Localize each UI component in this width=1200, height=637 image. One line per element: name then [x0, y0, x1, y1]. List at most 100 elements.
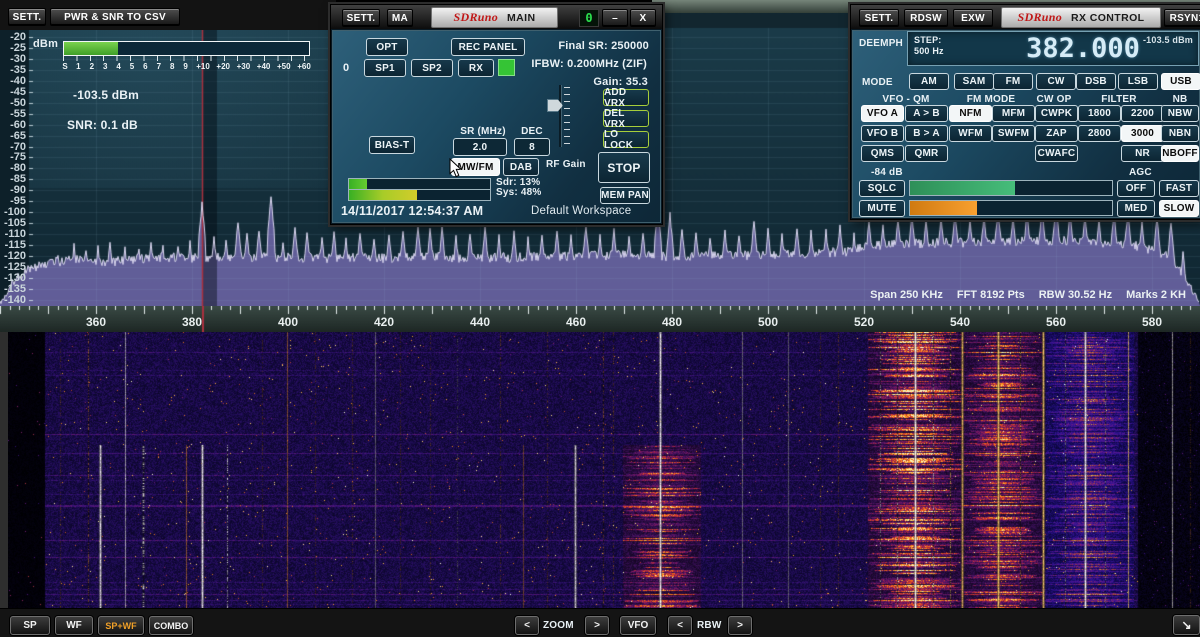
agc-fast-button[interactable]: FAST	[1159, 180, 1199, 197]
mode-button-am[interactable]: AM	[909, 73, 949, 90]
freq-label-540: 540	[950, 315, 970, 329]
mode-button-cw[interactable]: CW	[1036, 73, 1076, 90]
rbw-decrease-button[interactable]: <	[668, 616, 692, 635]
dec-field[interactable]: 8	[514, 138, 550, 156]
sp1-button[interactable]: SP1	[364, 59, 406, 77]
mode-button-lsb[interactable]: LSB	[1118, 73, 1158, 90]
ifbw-readout: IFBW: 0.200MHz (ZIF)	[531, 58, 647, 70]
mode-button-sam[interactable]: SAM	[954, 73, 994, 90]
rx-button[interactable]: RX	[458, 59, 494, 77]
squelch-slider[interactable]	[909, 180, 1113, 196]
qmr-button[interactable]: QMR	[905, 145, 948, 162]
frequency-display[interactable]: 382.000	[1013, 33, 1153, 64]
agc-med-button[interactable]: MED	[1117, 200, 1155, 217]
cwpk-button[interactable]: CWPK	[1035, 105, 1078, 122]
cwafc-button[interactable]: CWAFC	[1035, 145, 1078, 162]
dab-button[interactable]: DAB	[503, 158, 539, 176]
zoom-in-button[interactable]: >	[585, 616, 609, 635]
sr-mhz-field[interactable]: 2.0	[453, 138, 507, 156]
mute-button[interactable]: MUTE	[859, 200, 905, 217]
section-header-nb: NB	[1173, 94, 1188, 105]
qms-button[interactable]: QMS	[861, 145, 904, 162]
mode-button-usb[interactable]: USB	[1161, 73, 1200, 90]
mem-pan-button[interactable]: MEM PAN	[600, 187, 650, 204]
sdruno-logo: SDRuno	[1018, 10, 1063, 25]
nboff-button[interactable]: NBOFF	[1161, 145, 1199, 162]
3000-button[interactable]: 3000	[1121, 125, 1164, 142]
2200-button[interactable]: 2200	[1121, 105, 1164, 122]
b-a-button[interactable]: B > A	[905, 125, 948, 142]
span-info-part-3: Marks 2 KH	[1126, 289, 1186, 301]
vfo-b-button[interactable]: VFO B	[861, 125, 904, 142]
nfm-button[interactable]: NFM	[949, 105, 992, 122]
bottom-toolbar: SP WF SP+WF COMBO < ZOOM > VFO < RBW > ↘	[0, 608, 1200, 637]
snr-readout: SNR: 0.1 dB	[67, 118, 138, 132]
wf-view-button[interactable]: WF	[55, 616, 93, 635]
main-titlebar[interactable]: SETT. MA SDRuno MAIN 0 – X	[331, 5, 662, 30]
combo-view-button[interactable]: COMBO	[149, 616, 193, 635]
close-button[interactable]: X	[630, 9, 656, 27]
sqlc-button[interactable]: SQLC	[859, 180, 905, 197]
mode-label: MODE	[862, 77, 893, 88]
freq-label-480: 480	[662, 315, 682, 329]
pwr-snr-to-csv-button[interactable]: PWR & SNR TO CSV	[50, 8, 180, 26]
sp2-button[interactable]: SP2	[411, 59, 453, 77]
rx-titlebar[interactable]: SETT. RDSW EXW SDRuno RX CONTROL RSYN1	[851, 5, 1200, 30]
nr-button[interactable]: NR	[1121, 145, 1164, 162]
mode-button-fm[interactable]: FM	[993, 73, 1033, 90]
db-label-140: -140	[4, 294, 26, 306]
1800-button[interactable]: 1800	[1078, 105, 1121, 122]
sp-header-bar: SETT. PWR & SNR TO CSV	[0, 0, 336, 30]
waterfall-left-frame	[0, 332, 8, 608]
zoom-label: ZOOM	[543, 620, 574, 631]
opt-button[interactable]: OPT	[366, 38, 408, 56]
exw-button[interactable]: EXW	[953, 9, 993, 27]
freq-label-420: 420	[374, 315, 394, 329]
step-value[interactable]: 500 Hz	[914, 46, 944, 56]
rbw-increase-button[interactable]: >	[728, 616, 752, 635]
mouse-cursor	[449, 158, 463, 178]
minimize-button[interactable]: –	[602, 9, 628, 27]
wfm-button[interactable]: WFM	[949, 125, 992, 142]
main-settings-button[interactable]: SETT.	[342, 9, 380, 27]
freq-label-440: 440	[470, 315, 490, 329]
bias-t-button[interactable]: BIAS-T	[369, 136, 415, 154]
volume-slider[interactable]	[909, 200, 1113, 216]
waterfall-display[interactable]	[0, 332, 1200, 608]
s-meter-scale: S123456789+10+20+30+40+50+60	[63, 62, 315, 72]
vrx-count-display: 0	[579, 9, 599, 27]
frequency-scale[interactable]: 360380400420440460480500520540560580	[0, 306, 1200, 332]
corner-arrow-button[interactable]: ↘	[1173, 615, 1200, 635]
nbw-button[interactable]: NBW	[1161, 105, 1199, 122]
rbw-label: RBW	[697, 620, 721, 631]
zap-button[interactable]: ZAP	[1035, 125, 1078, 142]
2800-button[interactable]: 2800	[1078, 125, 1121, 142]
agc-slow-button[interactable]: SLOW	[1159, 200, 1199, 217]
sdruno-screen: SETT. PWR & SNR TO CSV dBm -103.5 dBm SN…	[0, 0, 1200, 637]
rsyn1-button[interactable]: RSYN1	[1164, 9, 1200, 27]
lo-lock-button[interactable]: LO LOCK	[603, 131, 649, 148]
sp-wf-view-button[interactable]: SP+WF	[98, 616, 144, 635]
rx-body: DEEMPH STEP: 500 Hz 382.000 -103.5 dBm M…	[851, 29, 1200, 219]
sp-view-button[interactable]: SP	[10, 616, 50, 635]
main-ma-button[interactable]: MA	[387, 9, 413, 27]
nbn-button[interactable]: NBN	[1161, 125, 1199, 142]
agc-off-button[interactable]: OFF	[1117, 180, 1155, 197]
rx-settings-button[interactable]: SETT.	[859, 9, 899, 27]
del-vrx-button[interactable]: DEL VRX	[603, 110, 649, 127]
rx-control-window: SETT. RDSW EXW SDRuno RX CONTROL RSYN1 D…	[850, 4, 1200, 220]
zoom-out-button[interactable]: <	[515, 616, 539, 635]
vfo-button[interactable]: VFO	[620, 616, 656, 635]
add-vrx-button[interactable]: ADD VRX	[603, 89, 649, 106]
stop-button[interactable]: STOP	[598, 152, 650, 183]
rec-panel-button[interactable]: REC PANEL	[451, 38, 525, 56]
datetime-readout: 14/11/2017 12:54:37 AM	[341, 204, 483, 218]
a-b-button[interactable]: A > B	[905, 105, 948, 122]
rf-gain-slider-track[interactable]	[559, 85, 561, 147]
vfo-a-button[interactable]: VFO A	[861, 105, 904, 122]
swfm-button[interactable]: SWFM	[992, 125, 1035, 142]
mfm-button[interactable]: MFM	[992, 105, 1035, 122]
sdruno-logo: SDRuno	[454, 10, 499, 25]
mode-button-dsb[interactable]: DSB	[1076, 73, 1116, 90]
rdsw-button[interactable]: RDSW	[904, 9, 948, 27]
